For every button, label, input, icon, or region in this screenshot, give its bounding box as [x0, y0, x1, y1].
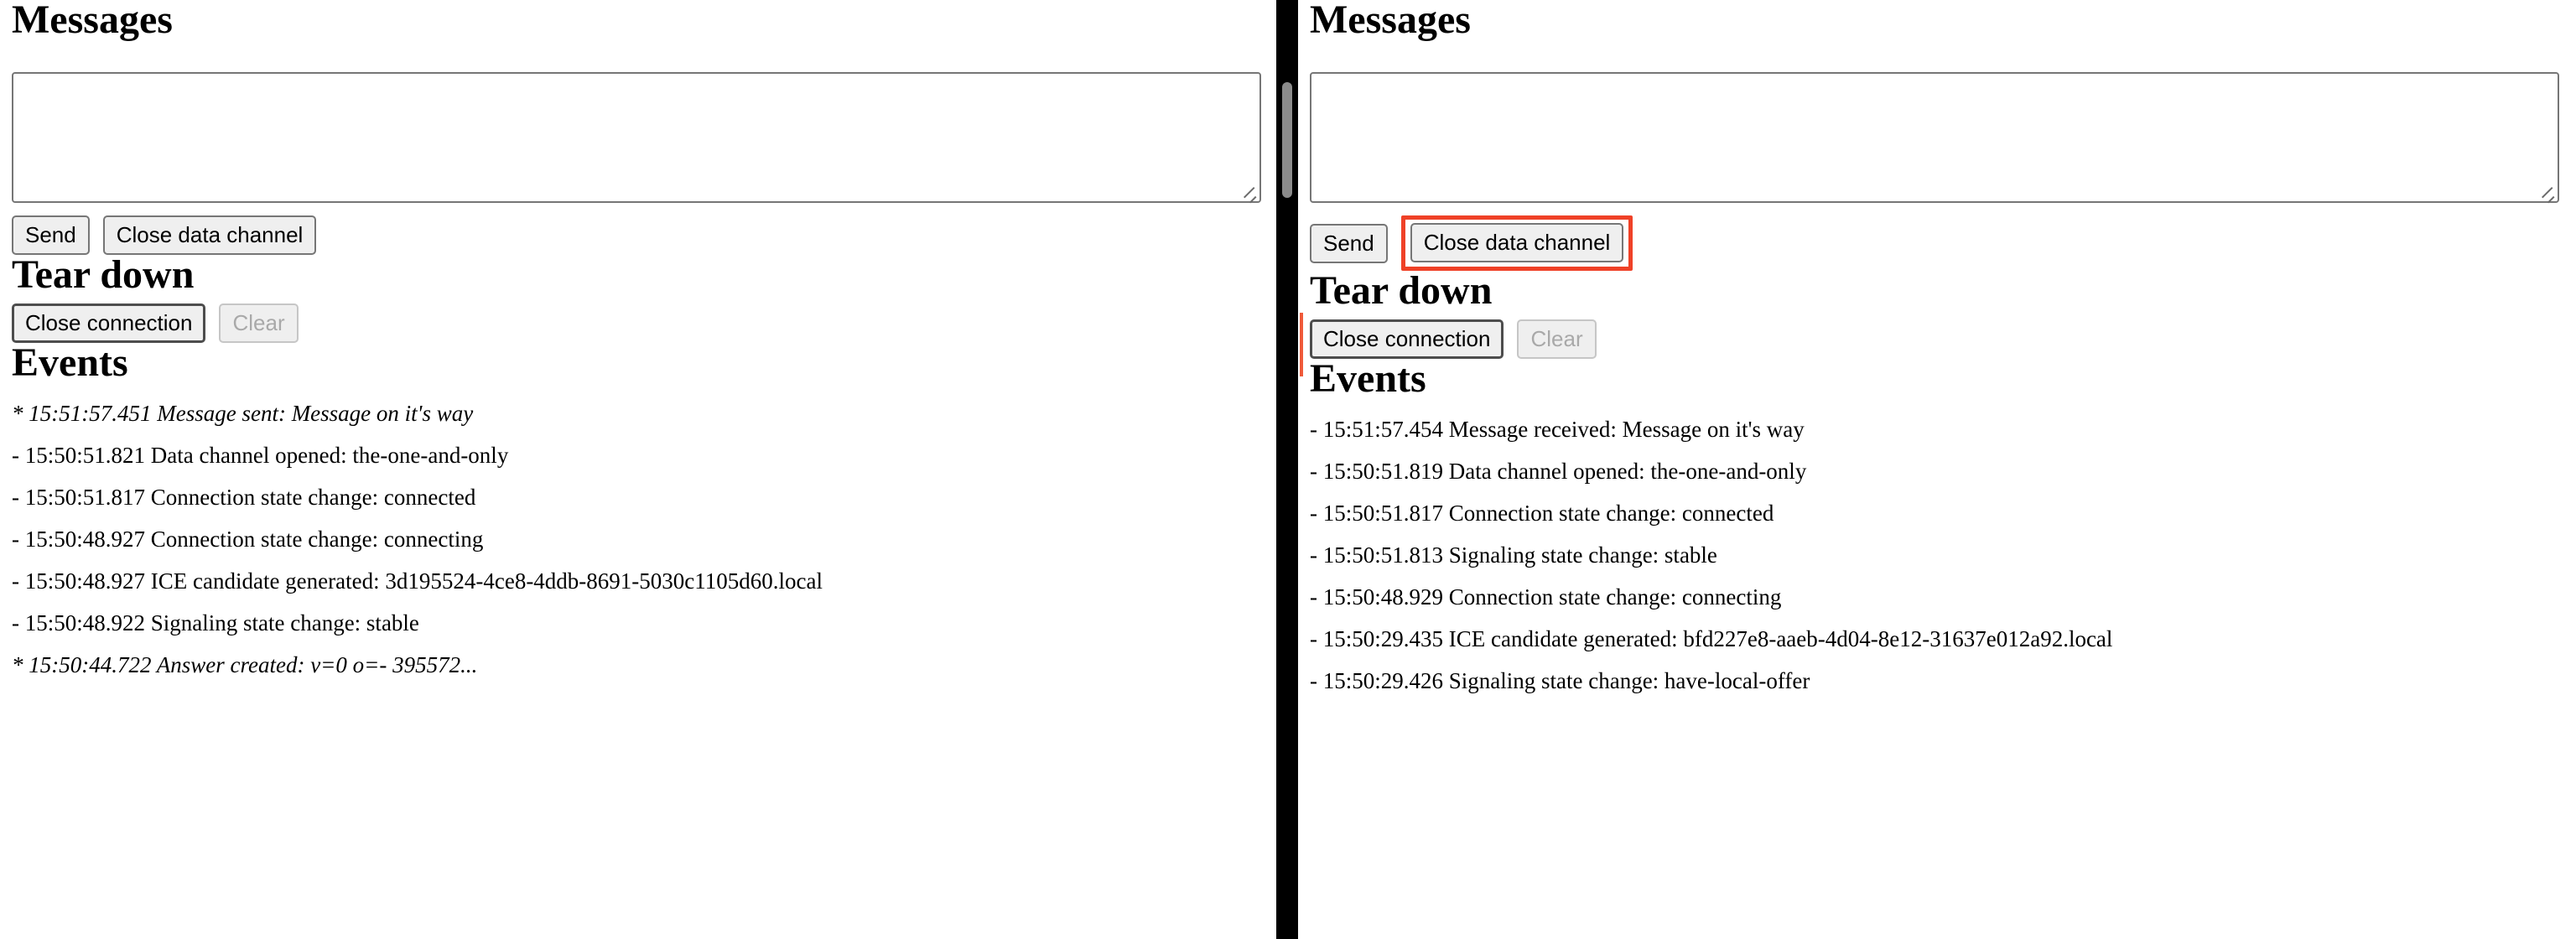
left-event-row: - 15:50:48.927 Connection state change: … — [12, 527, 484, 552]
panel-divider — [1276, 0, 1298, 939]
left-events-list: * 15:51:57.451 Message sent: Message on … — [12, 393, 1263, 687]
left-send-button[interactable]: Send — [12, 215, 90, 255]
split-view-root: Messages Send Close data channel Tear do… — [0, 0, 2576, 939]
left-teardown-actions: Close connection Clear — [12, 303, 1263, 343]
right-message-input-wrapper — [1310, 40, 2559, 204]
left-event-row: - 15:50:51.821 Data channel opened: the-… — [12, 443, 509, 468]
right-event-row: - 15:50:51.817 Connection state change: … — [1310, 501, 1774, 526]
right-event-row: - 15:50:51.813 Signaling state change: s… — [1310, 542, 1717, 568]
left-messages-heading: Messages — [12, 0, 173, 42]
left-event-row: - 15:50:48.927 ICE candidate generated: … — [12, 568, 823, 594]
right-events-list: - 15:51:57.454 Message received: Message… — [1310, 409, 2563, 703]
left-event-row: * 15:50:44.722 Answer created: v=0 o=- 3… — [12, 652, 478, 677]
left-message-input-wrapper — [12, 40, 1261, 204]
vertical-scrollbar-thumb[interactable] — [1282, 82, 1292, 198]
right-send-button[interactable]: Send — [1310, 223, 1388, 263]
left-peer-panel: Messages Send Close data channel Tear do… — [0, 0, 1276, 939]
left-teardown-heading: Tear down — [12, 252, 195, 297]
right-clear-button[interactable]: Clear — [1517, 319, 1597, 359]
right-message-actions: Send Close data channel — [1310, 215, 2563, 271]
left-message-actions: Send Close data channel — [12, 215, 1263, 255]
right-message-input[interactable] — [1310, 72, 2559, 203]
left-events-heading: Events — [12, 340, 128, 385]
left-event-row: - 15:50:48.922 Signaling state change: s… — [12, 610, 419, 636]
right-event-row: - 15:50:48.929 Connection state change: … — [1310, 584, 1782, 610]
left-message-input[interactable] — [12, 72, 1261, 203]
teardown-orange-marker — [1300, 313, 1303, 376]
right-event-row: - 15:51:57.454 Message received: Message… — [1310, 417, 1805, 442]
close-data-channel-highlight-box: Close data channel — [1400, 215, 1633, 271]
left-clear-button[interactable]: Clear — [219, 303, 299, 343]
left-event-row: * 15:51:57.451 Message sent: Message on … — [12, 401, 474, 426]
left-close-connection-button[interactable]: Close connection — [12, 303, 206, 343]
right-events-heading: Events — [1310, 356, 1426, 401]
right-event-row: - 15:50:29.426 Signaling state change: h… — [1310, 668, 1810, 693]
right-peer-panel: Messages Send Close data channel Tear do… — [1298, 0, 2576, 939]
left-event-row: - 15:50:51.817 Connection state change: … — [12, 485, 476, 510]
right-messages-heading: Messages — [1310, 0, 1471, 42]
right-close-connection-button[interactable]: Close connection — [1310, 319, 1504, 359]
right-teardown-heading: Tear down — [1310, 268, 1493, 313]
right-event-row: - 15:50:29.435 ICE candidate generated: … — [1310, 626, 2113, 651]
right-event-row: - 15:50:51.819 Data channel opened: the-… — [1310, 459, 1807, 484]
left-close-data-channel-button[interactable]: Close data channel — [102, 215, 317, 255]
right-close-data-channel-button[interactable]: Close data channel — [1410, 223, 1624, 262]
right-teardown-actions: Close connection Clear — [1300, 313, 2563, 376]
